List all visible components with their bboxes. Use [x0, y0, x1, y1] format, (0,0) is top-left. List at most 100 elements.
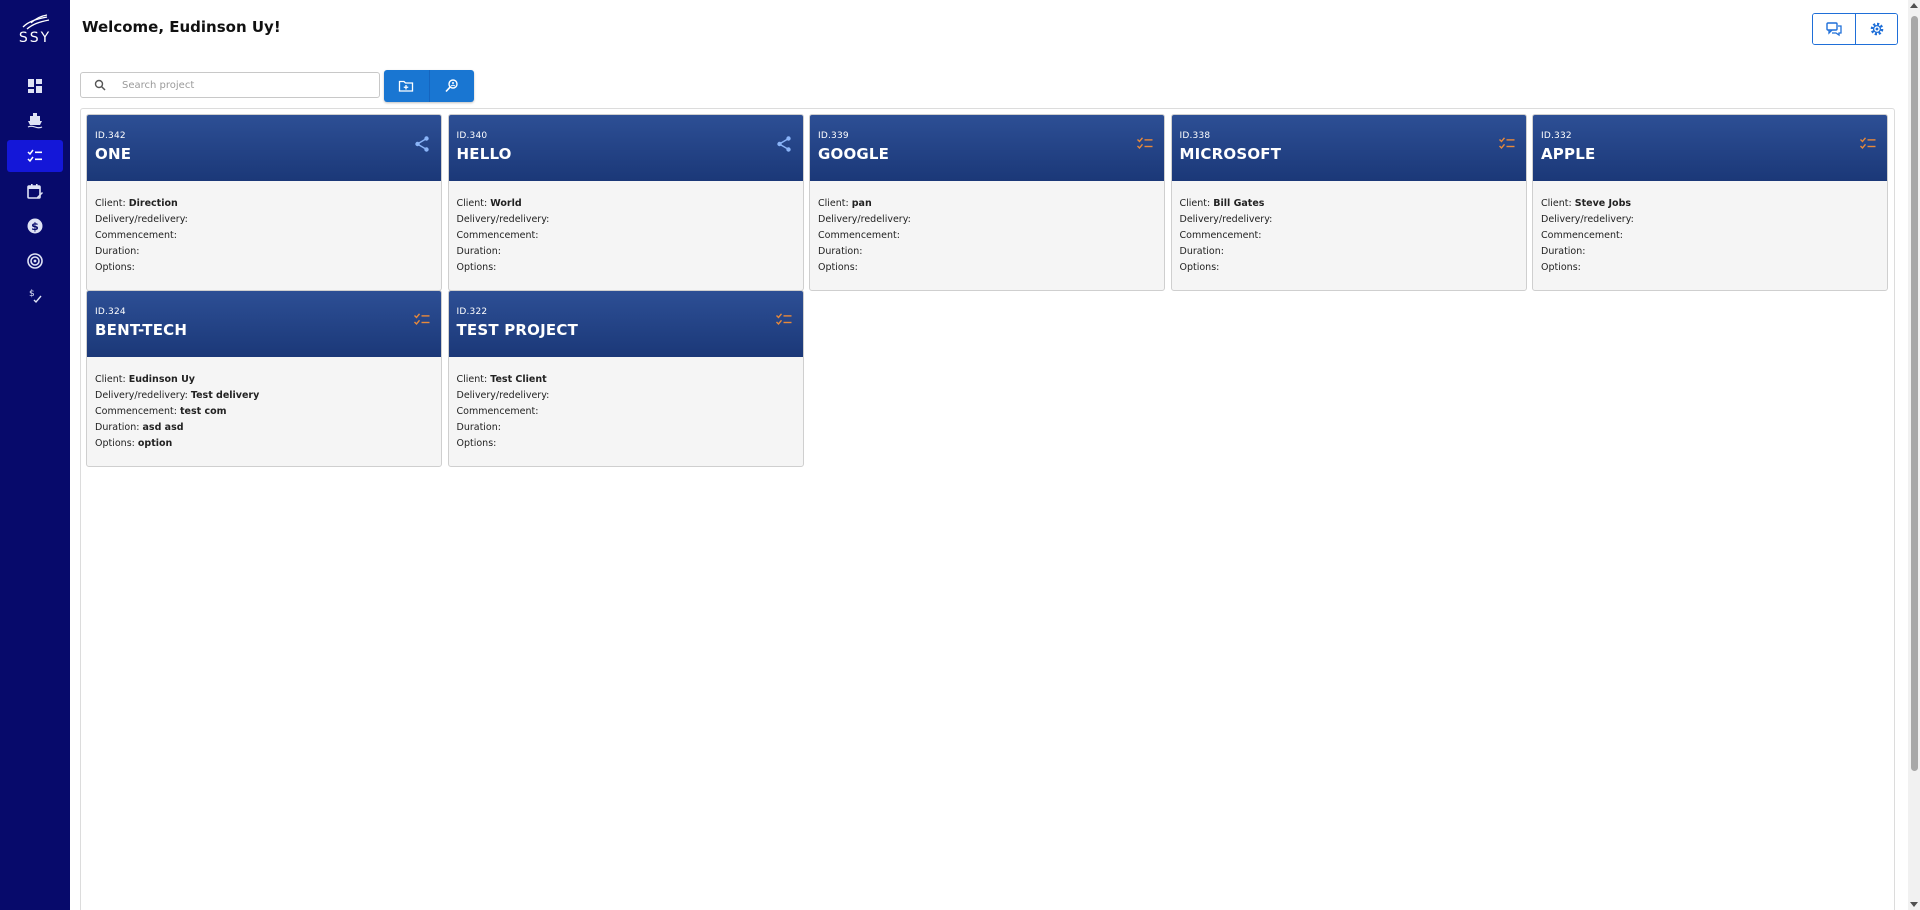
project-card[interactable]: ID.324 BENT-TECH Client: Eudinson Uy Delive…	[86, 290, 442, 467]
svg-text:$: $	[31, 220, 39, 233]
commencement-row: Commencement:	[818, 228, 1156, 244]
project-card[interactable]: ID.340 HELLO Client: World Delivery/redeliv…	[447, 114, 804, 291]
project-name: ONE	[95, 145, 132, 163]
nav-finance[interactable]: $	[7, 210, 63, 242]
settings-icon	[1870, 22, 1883, 36]
delivery-value: Test delivery	[190, 390, 260, 401]
sidebar: SSY $ $	[0, 0, 70, 910]
project-name: MICROSOFT	[1179, 145, 1282, 163]
chat-button[interactable]	[1813, 14, 1855, 44]
logo-text: SSY	[18, 30, 52, 46]
card-details: Client: Eudinson Uy Delivery/redelivery: …	[87, 357, 441, 452]
delivery-row: Delivery/redelivery: Test delivery	[95, 388, 433, 404]
svg-text:$: $	[29, 289, 35, 299]
project-card[interactable]: ID.322 TEST PROJECT Client: Test Client Del…	[447, 290, 804, 467]
client-row: Client: Bill Gates	[1180, 196, 1518, 212]
share-button[interactable]	[775, 135, 793, 153]
project-card[interactable]: ID.338 MICROSOFT Client: Bill Gates Deliver…	[1170, 114, 1527, 291]
client-row: Client: Direction	[95, 196, 433, 212]
duration-label: Duration:	[1179, 246, 1224, 257]
dollar-check-icon: $	[29, 289, 42, 304]
client-row: Client: Steve Jobs	[1541, 196, 1879, 212]
search-icon	[94, 79, 106, 91]
checklist-button[interactable]	[1859, 135, 1877, 153]
card-header: ID.339 GOOGLE	[810, 115, 1164, 181]
project-id: ID.339	[818, 131, 849, 141]
commencement-row: Commencement: test com	[95, 404, 433, 420]
project-name: BENT-TECH	[95, 321, 188, 339]
duration-label: Duration:	[1541, 246, 1586, 257]
duration-row: Duration: asd asd	[95, 420, 433, 436]
client-row: Client: World	[457, 196, 795, 212]
project-card[interactable]: ID.332 APPLE Client: Steve Jobs Delivery/re…	[1532, 114, 1888, 291]
share-button[interactable]	[413, 135, 431, 153]
client-value: Test Client	[490, 374, 547, 385]
checklist-button[interactable]	[1136, 135, 1154, 153]
checklist-button[interactable]	[413, 311, 431, 329]
client-label: Client:	[456, 198, 488, 209]
nav-projects[interactable]	[7, 140, 63, 172]
card-header: ID.322 TEST PROJECT	[448, 291, 803, 357]
card-header: ID.342 ONE	[87, 115, 441, 181]
project-card[interactable]: ID.342 ONE Client: Direction Delivery/redel…	[86, 114, 442, 291]
checklist-icon	[775, 313, 791, 326]
commencement-row: Commencement:	[95, 228, 433, 244]
project-name: HELLO	[456, 145, 512, 163]
checklist-button[interactable]	[1498, 135, 1516, 153]
target-icon	[27, 253, 43, 269]
search-input[interactable]	[122, 79, 362, 91]
project-card[interactable]: ID.339 GOOGLE Client: pan Delivery/redelive…	[809, 114, 1165, 291]
options-label: Options:	[818, 262, 858, 273]
project-name: TEST PROJECT	[456, 321, 578, 339]
commencement-row: Commencement:	[457, 228, 795, 244]
client-label: Client:	[818, 198, 849, 209]
delivery-row: Delivery/redelivery:	[818, 212, 1156, 228]
search-project-button[interactable]	[428, 70, 475, 102]
project-id: ID.340	[456, 131, 488, 141]
options-row: Options: option	[95, 436, 433, 452]
nav-payments[interactable]: $	[7, 280, 63, 312]
card-details: Client: Direction Delivery/redelivery: Co…	[87, 181, 441, 276]
commencement-label: Commencement:	[818, 230, 900, 241]
client-label: Client:	[1179, 198, 1211, 209]
new-project-button[interactable]	[384, 70, 429, 102]
welcome-heading: Welcome, Eudinson Uy!	[82, 18, 281, 36]
options-label: Options:	[95, 262, 135, 273]
chat-icon	[1826, 22, 1842, 37]
client-row: Client: Eudinson Uy	[95, 372, 433, 388]
duration-label: Duration:	[456, 246, 501, 257]
options-row: Options:	[818, 260, 1156, 276]
commencement-label: Commencement:	[456, 406, 539, 417]
checklist-icon	[27, 149, 42, 163]
duration-value: asd asd	[142, 422, 184, 433]
card-header: ID.340 HELLO	[448, 115, 803, 181]
dashboard-icon	[28, 79, 42, 93]
scrollbar[interactable]	[1908, 0, 1920, 910]
delivery-row: Delivery/redelivery:	[95, 212, 433, 228]
nav-vessels[interactable]	[7, 104, 63, 136]
client-value: Eudinson Uy	[128, 374, 195, 385]
checklist-icon	[1498, 137, 1514, 150]
project-id: ID.332	[1541, 131, 1572, 141]
scroll-up-arrow[interactable]	[1910, 3, 1918, 8]
dollar-icon: $	[27, 218, 43, 234]
client-value: Direction	[128, 198, 178, 209]
settings-button[interactable]	[1855, 14, 1897, 44]
checklist-button[interactable]	[775, 311, 793, 329]
scroll-thumb[interactable]	[1911, 16, 1918, 771]
scroll-down-arrow[interactable]	[1910, 902, 1918, 907]
commencement-label: Commencement:	[1179, 230, 1262, 241]
share-icon	[776, 136, 791, 152]
nav-dashboard[interactable]	[7, 70, 63, 102]
options-label: Options:	[456, 262, 497, 273]
ssy-logo[interactable]: SSY	[0, 14, 70, 50]
delivery-row: Delivery/redelivery:	[457, 212, 795, 228]
client-label: Client:	[95, 198, 126, 209]
project-id: ID.338	[1179, 131, 1211, 141]
nav-calendar[interactable]	[7, 176, 63, 208]
nav-targets[interactable]	[7, 245, 63, 277]
delivery-label: Delivery/redelivery:	[1541, 214, 1634, 225]
project-id: ID.322	[456, 307, 488, 317]
options-row: Options:	[457, 260, 795, 276]
commencement-label: Commencement:	[95, 406, 177, 417]
